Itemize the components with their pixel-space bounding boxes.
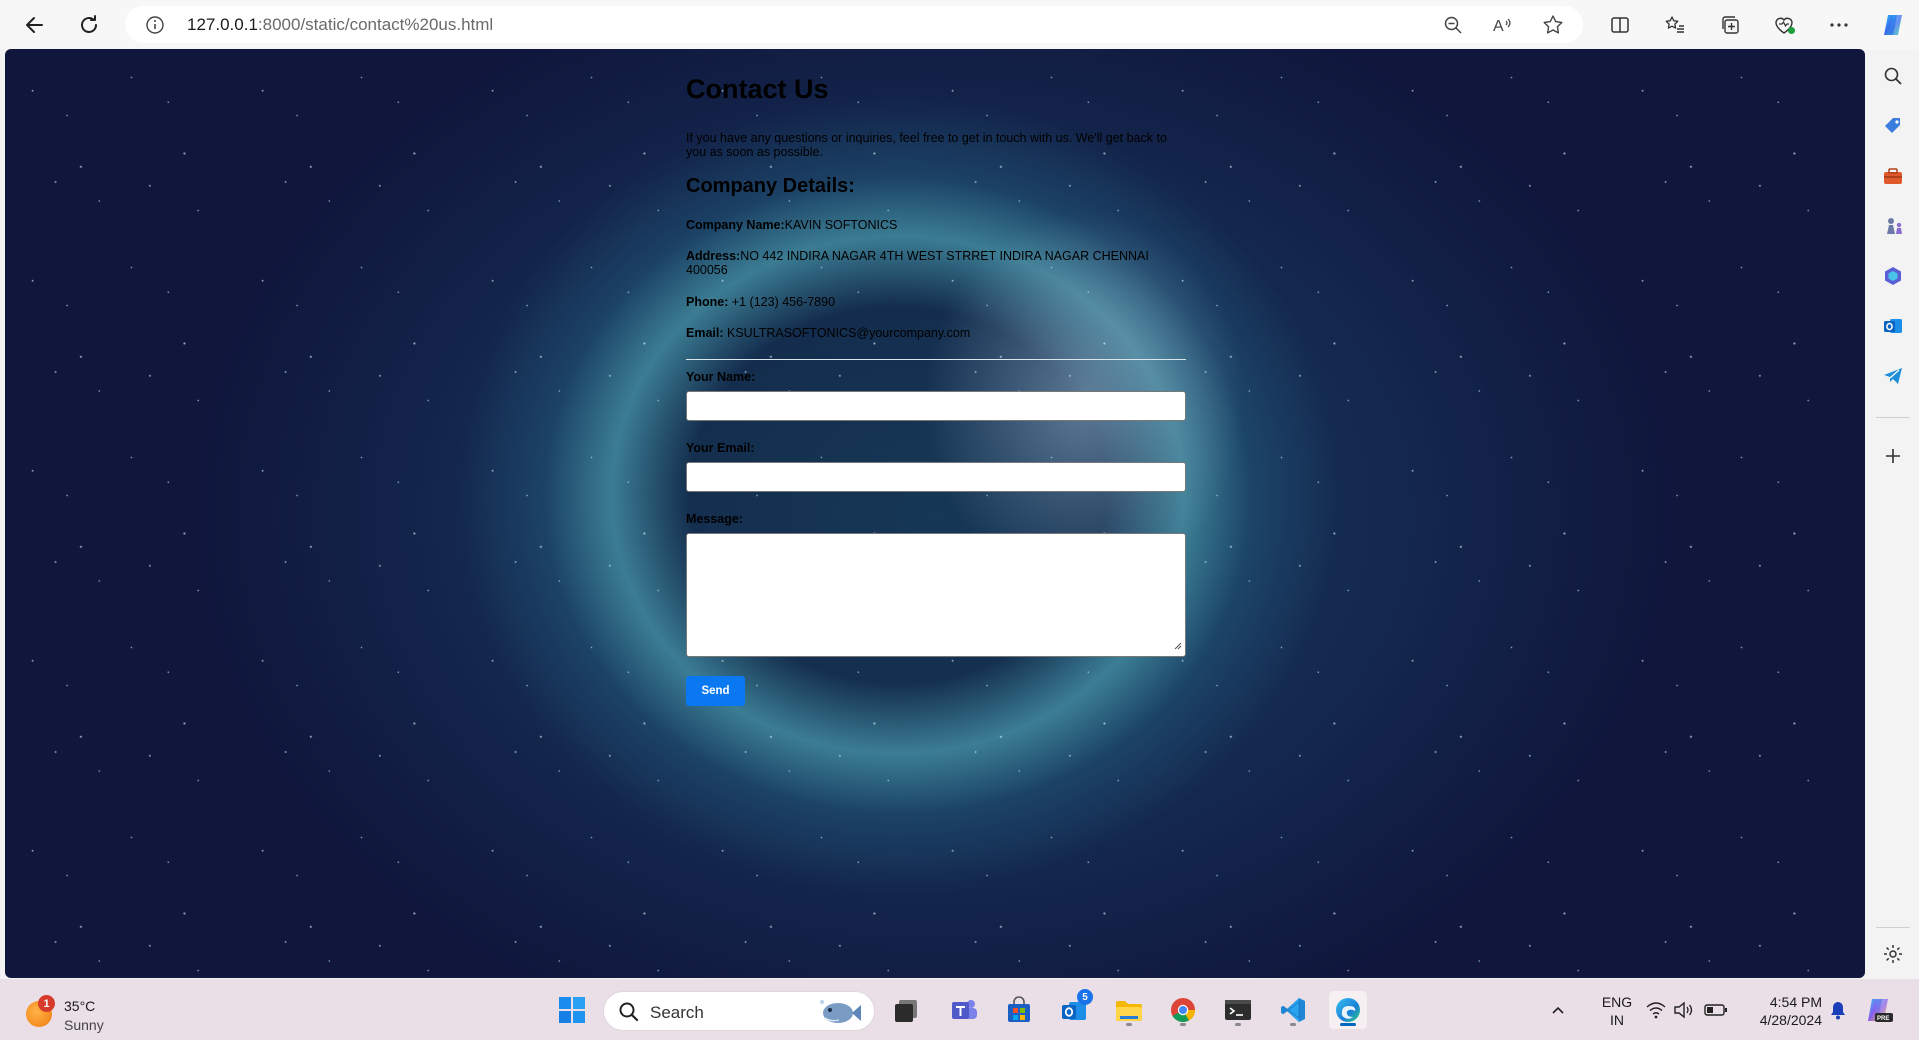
- svg-text:A: A: [1493, 18, 1504, 35]
- search-placeholder: Search: [650, 1003, 704, 1022]
- sidebar-divider-bottom: [1876, 927, 1910, 928]
- page-viewport: Contact Us If you have any questions or …: [5, 49, 1865, 978]
- start-windows-icon[interactable]: [553, 991, 591, 1029]
- intro-text: If you have any questions or inquiries, …: [686, 131, 1167, 159]
- email-label: Your Email:: [686, 441, 755, 455]
- active-indicator: [1340, 1023, 1356, 1026]
- battery-icon[interactable]: [1701, 991, 1731, 1029]
- name-label: Your Name:: [686, 370, 756, 384]
- refresh-icon[interactable]: [74, 10, 104, 40]
- outlook-taskbar-icon[interactable]: 5: [1055, 989, 1093, 1029]
- favorite-star-icon[interactable]: [1539, 11, 1567, 39]
- weather-widget[interactable]: 1 35°C Sunny: [26, 989, 136, 1033]
- resize-handle-icon[interactable]: [1173, 637, 1182, 653]
- microsoft-store-icon[interactable]: [1000, 991, 1038, 1029]
- address-bar[interactable]: 127.0.0.1:8000/static/contact%20us.html …: [125, 6, 1583, 43]
- teams-icon[interactable]: [945, 991, 983, 1029]
- running-indicator: [1126, 1023, 1132, 1026]
- split-screen-icon[interactable]: [1605, 10, 1635, 40]
- sidebar-search-icon[interactable]: [1878, 61, 1908, 91]
- weather-notification-badge: 1: [38, 995, 55, 1012]
- browser-essentials-icon[interactable]: [1770, 10, 1800, 40]
- url-text: 127.0.0.1:8000/static/contact%20us.html: [187, 15, 494, 34]
- more-menu-icon[interactable]: [1824, 10, 1854, 40]
- copilot-taskbar-icon[interactable]: PRE: [1860, 991, 1896, 1029]
- file-explorer-icon[interactable]: [1110, 991, 1148, 1029]
- company-name-line: Company Name:KAVIN SOFTONICS: [686, 218, 898, 232]
- address-line: Address:NO 442 INDIRA NAGAR 4TH WEST STR…: [686, 249, 1149, 277]
- windows-taskbar: 1 35°C Sunny Search 5 ENG IN 4:54 PM 4/2…: [0, 979, 1919, 1040]
- search-highlight-fish-icon: [816, 996, 862, 1033]
- svg-text:PRE: PRE: [1877, 1016, 1889, 1022]
- edge-icon[interactable]: [1329, 991, 1367, 1029]
- page-title: Contact Us: [686, 74, 829, 104]
- company-details-heading: Company Details:: [686, 175, 855, 197]
- settings-gear-icon[interactable]: [1878, 939, 1908, 969]
- send-button[interactable]: Send: [686, 676, 745, 706]
- vscode-icon[interactable]: [1274, 991, 1312, 1029]
- section-divider: [686, 359, 1186, 360]
- region-code: IN: [1610, 1012, 1624, 1028]
- outlook-unread-badge: 5: [1077, 989, 1093, 1005]
- email-line: Email: KSULTRASOFTONICS@yourcompany.com: [686, 326, 971, 340]
- zoom-out-icon[interactable]: [1439, 11, 1467, 39]
- search-icon: [618, 1001, 640, 1028]
- system-clock[interactable]: 4:54 PM 4/28/2024: [1744, 993, 1822, 1029]
- running-indicator: [1180, 1023, 1186, 1026]
- read-aloud-icon[interactable]: A: [1489, 11, 1517, 39]
- input-language[interactable]: ENG IN: [1595, 993, 1639, 1029]
- volume-icon[interactable]: [1671, 991, 1697, 1029]
- clock-time: 4:54 PM: [1769, 994, 1822, 1010]
- weather-condition: Sunny: [64, 1017, 104, 1033]
- email-input[interactable]: [686, 462, 1186, 492]
- show-hidden-icons-chevron-up-icon[interactable]: [1543, 991, 1573, 1029]
- sidebar-divider: [1876, 417, 1910, 418]
- microsoft-365-icon[interactable]: [1878, 261, 1908, 291]
- taskbar-search[interactable]: Search: [603, 991, 875, 1031]
- language-code: ENG: [1601, 994, 1633, 1010]
- clock-date: 4/28/2024: [1759, 1012, 1822, 1028]
- message-label: Message:: [686, 512, 743, 526]
- shopping-tag-icon[interactable]: [1878, 111, 1908, 141]
- weather-temperature: 35°C: [64, 998, 96, 1014]
- phone-line: Phone: +1 (123) 456-7890: [686, 295, 836, 309]
- wifi-icon[interactable]: [1643, 991, 1669, 1029]
- send-telegram-icon[interactable]: [1878, 361, 1908, 391]
- outlook-icon[interactable]: [1878, 311, 1908, 341]
- copilot-icon[interactable]: [1878, 10, 1908, 40]
- site-info-icon[interactable]: [145, 15, 165, 40]
- chrome-icon[interactable]: [1164, 991, 1202, 1029]
- games-chess-icon[interactable]: [1878, 211, 1908, 241]
- tools-toolbox-icon[interactable]: [1878, 161, 1908, 191]
- collections-icon[interactable]: [1715, 10, 1745, 40]
- name-input[interactable]: [686, 391, 1186, 421]
- running-indicator: [1290, 1023, 1296, 1026]
- running-indicator: [1235, 1023, 1241, 1026]
- back-arrow-icon[interactable]: [20, 10, 50, 40]
- notification-bell-icon[interactable]: [1826, 991, 1850, 1029]
- browser-toolbar: 127.0.0.1:8000/static/contact%20us.html …: [0, 0, 1919, 49]
- favorites-list-icon[interactable]: [1660, 10, 1690, 40]
- edge-sidebar: [1866, 49, 1919, 979]
- task-view-icon[interactable]: [887, 991, 925, 1029]
- terminal-icon[interactable]: [1219, 991, 1257, 1029]
- add-plus-icon[interactable]: [1878, 441, 1908, 471]
- message-textarea[interactable]: [686, 533, 1186, 657]
